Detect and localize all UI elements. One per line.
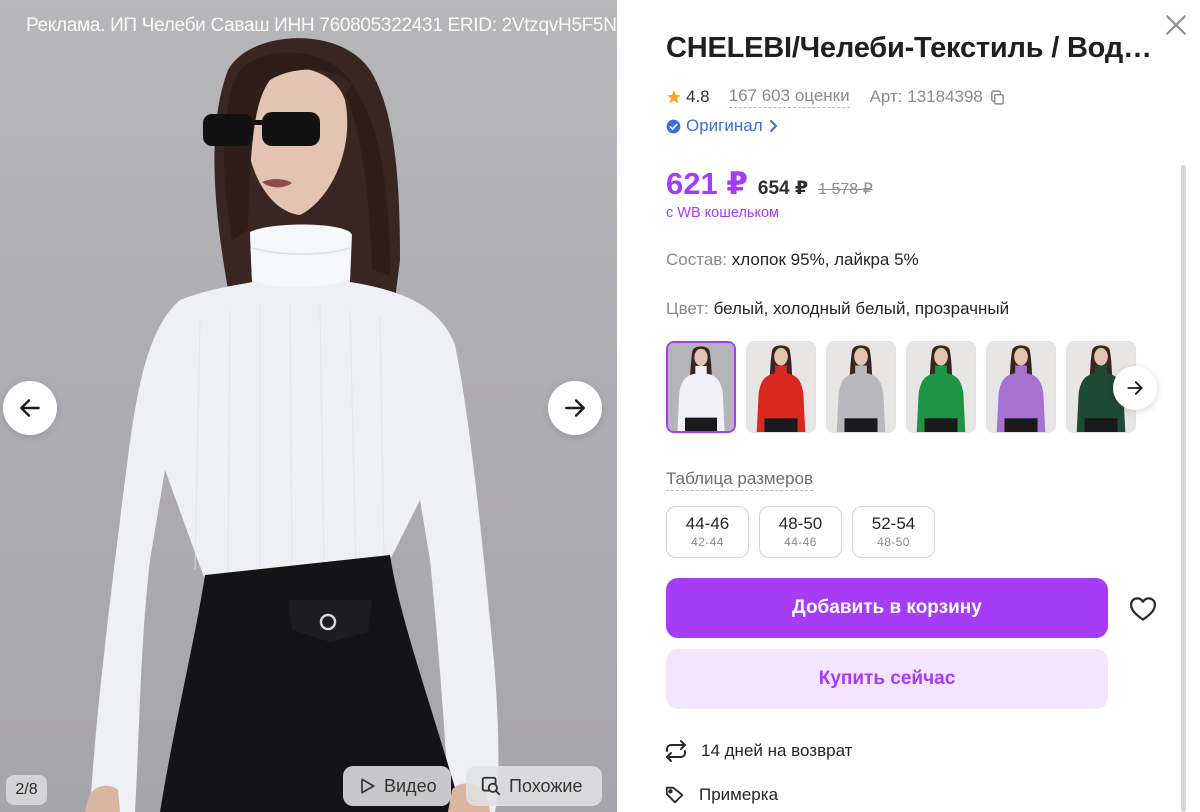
size-option[interactable]: 52-54 48-50	[852, 506, 935, 558]
product-title: CHELEBI/Челеби-Текстиль / Водолазка	[666, 32, 1160, 64]
similar-button[interactable]: Похожие	[466, 766, 602, 806]
article-number: Арт: 13184398	[869, 87, 983, 106]
try-on-info: Примерка	[664, 784, 778, 806]
swatch-thumbnail	[907, 342, 975, 432]
product-photo	[85, 38, 499, 812]
swatches-next-button[interactable]	[1113, 366, 1157, 410]
size-ru-label: 44-46	[784, 535, 817, 549]
size-label: 44-46	[685, 514, 730, 533]
price-old: 1 578 ₽	[818, 181, 873, 198]
ad-disclaimer: Реклама. ИП Челеби Саваш ИНН 76080532243…	[26, 15, 617, 36]
color-swatch-white[interactable]	[666, 341, 736, 433]
rating-value: 4.8	[686, 87, 710, 106]
color-swatch-lilac[interactable]	[986, 341, 1056, 433]
color-swatch-red[interactable]	[746, 341, 816, 433]
color-swatch-green[interactable]	[906, 341, 976, 433]
color-info: Цвет: белый, холодный белый, прозрачный	[666, 299, 1009, 319]
wallet-note: с WB кошельком	[666, 205, 780, 221]
tryon-label: Примерка	[699, 785, 779, 804]
gallery-counter: 2/8	[6, 775, 47, 805]
swatch-thumbnail	[827, 342, 895, 432]
price-block: 621 ₽ 654 ₽ 1 578 ₽	[666, 166, 873, 202]
composition: Состав: хлопок 95%, лайкра 5%	[666, 250, 919, 270]
swatch-thumbnail	[747, 342, 815, 432]
heart-icon	[1130, 597, 1156, 621]
arrow-right-icon	[1127, 381, 1143, 395]
size-options: 44-46 42-44 48-50 44-46 52-54 48-50	[666, 506, 935, 558]
gallery-prev-button[interactable]	[3, 381, 57, 435]
original-badge-link[interactable]: Оригинал	[666, 116, 780, 136]
verified-check-icon	[666, 119, 681, 133]
video-button-label: Видео	[384, 775, 437, 796]
arrow-right-icon	[565, 399, 585, 417]
product-meta: 4.8 167 603 оценки Арт: 13184398	[666, 86, 1006, 108]
size-option[interactable]: 44-46 42-44	[666, 506, 749, 558]
add-to-cart-button[interactable]: Добавить в корзину	[666, 578, 1108, 638]
buy-now-button[interactable]: Купить сейчас	[666, 649, 1108, 709]
price-with-wallet: 621 ₽	[666, 166, 748, 201]
size-option[interactable]: 48-50 44-46	[759, 506, 842, 558]
panel-scrollbar[interactable]	[1181, 165, 1186, 812]
favorite-button[interactable]	[1128, 594, 1158, 624]
close-icon	[1166, 15, 1186, 35]
product-gallery: Реклама. ИП Челеби Саваш ИНН 76080532243…	[0, 0, 617, 812]
return-policy: 14 дней на возврат	[664, 739, 852, 763]
size-table-link[interactable]: Таблица размеров	[666, 469, 813, 491]
return-arrows-icon	[666, 740, 686, 762]
size-label: 52-54	[871, 514, 916, 533]
swatch-thumbnail	[987, 342, 1055, 432]
price-regular: 654 ₽	[757, 178, 809, 199]
size-label: 48-50	[778, 514, 823, 533]
arrow-left-icon	[20, 399, 40, 417]
composition-label: Состав:	[666, 250, 728, 269]
gallery-next-button[interactable]	[548, 381, 602, 435]
color-value: белый, холодный белый, прозрачный	[713, 299, 1010, 318]
copy-article-button[interactable]	[989, 89, 1006, 106]
swatch-thumbnail	[668, 343, 734, 431]
chevron-right-icon	[769, 120, 778, 132]
color-swatches	[666, 341, 1136, 435]
video-button[interactable]: Видео	[343, 766, 451, 806]
tag-icon	[665, 786, 684, 804]
star-icon	[667, 90, 681, 104]
size-ru-label: 48-50	[877, 535, 910, 549]
copy-icon	[991, 89, 1004, 105]
reviews-link[interactable]: 167 603 оценки	[728, 86, 850, 108]
color-label: Цвет:	[666, 299, 709, 318]
return-label: 14 дней на возврат	[701, 741, 853, 760]
close-button[interactable]	[1163, 12, 1189, 38]
composition-value: хлопок 95%, лайкра 5%	[731, 250, 919, 269]
similar-button-label: Похожие	[509, 775, 583, 796]
original-label: Оригинал	[686, 116, 763, 135]
size-ru-label: 42-44	[691, 535, 724, 549]
search-similar-icon	[481, 776, 501, 796]
play-icon	[361, 778, 375, 794]
color-swatch-grey[interactable]	[826, 341, 896, 433]
